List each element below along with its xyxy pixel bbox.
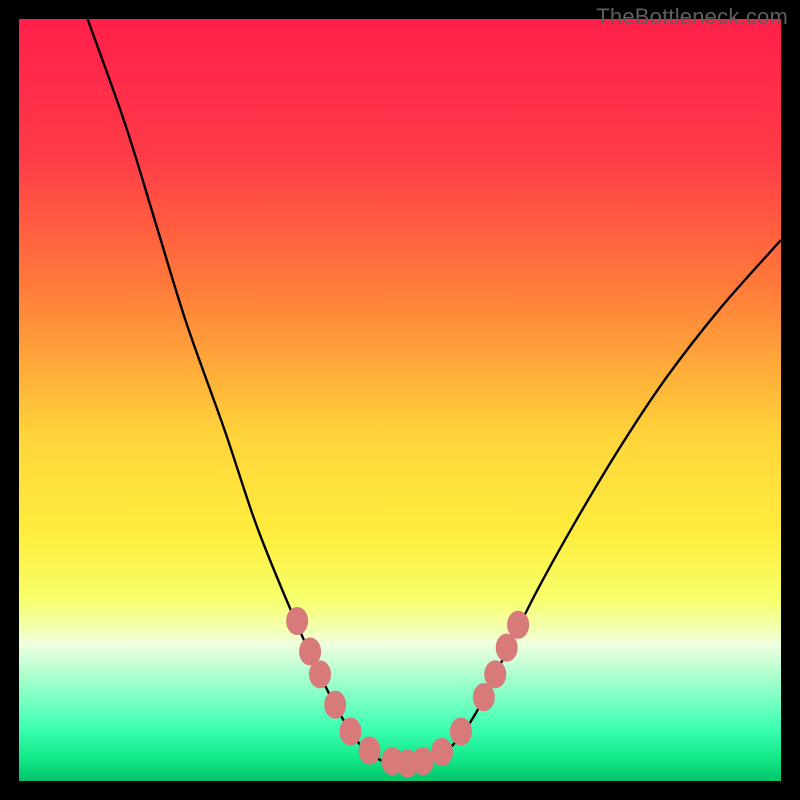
curve-marker — [412, 748, 433, 775]
curve-marker — [496, 634, 517, 661]
curve-marker — [340, 718, 361, 745]
curve-marker — [450, 718, 471, 745]
curve-marker — [359, 737, 380, 764]
curve-marker — [473, 684, 494, 711]
curve-marker — [309, 661, 330, 688]
curve-marker — [508, 611, 529, 638]
curve-marker — [485, 661, 506, 688]
bottleneck-chart — [19, 19, 781, 781]
heat-gradient-background — [19, 19, 781, 781]
plot-area — [19, 19, 781, 781]
watermark-text: TheBottleneck.com — [596, 4, 788, 30]
curve-marker — [325, 691, 346, 718]
chart-frame: TheBottleneck.com — [0, 0, 800, 800]
curve-marker — [431, 739, 452, 766]
curve-marker — [287, 607, 308, 634]
